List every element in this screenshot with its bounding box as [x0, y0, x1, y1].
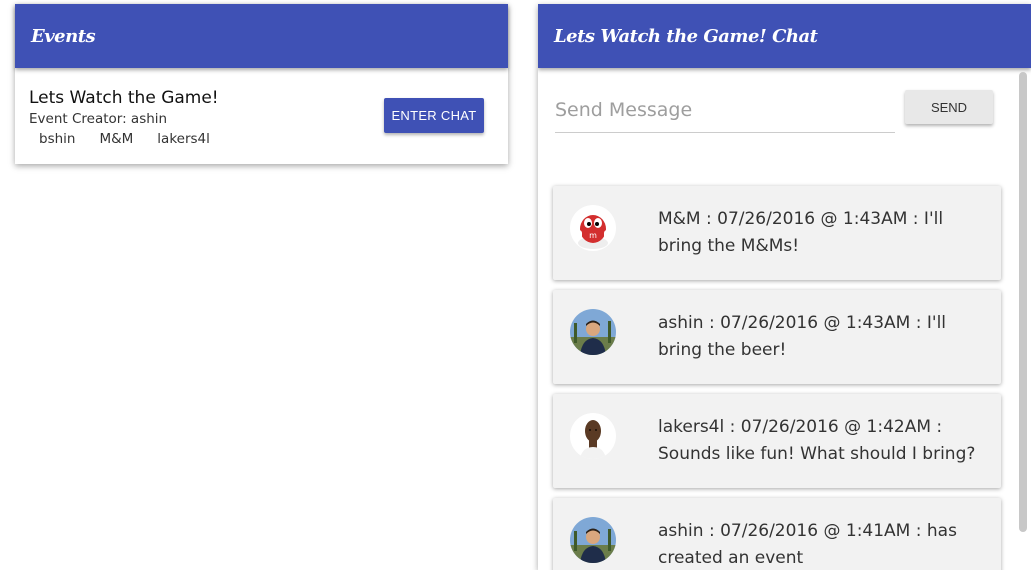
chat-body: SEND m M&M : 07/26/2016 @ 1:43AM : I'll …: [538, 68, 1031, 570]
event-title: Lets Watch the Game!: [29, 88, 219, 108]
chat-message-text: ashin : 07/26/2016 @ 1:43AM : I'll bring…: [658, 313, 947, 360]
event-card: Lets Watch the Game! Event Creator: ashi…: [15, 68, 508, 164]
event-member: bshin: [39, 131, 76, 147]
chat-scrollbar[interactable]: [1019, 72, 1027, 532]
chat-message-text: ashin : 07/26/2016 @ 1:41AM : has create…: [658, 521, 957, 568]
chat-message-text: M&M : 07/26/2016 @ 1:43AM : I'll bring t…: [658, 209, 944, 256]
event-member: M&M: [99, 131, 134, 147]
chat-title: Lets Watch the Game! Chat: [554, 25, 818, 47]
ashin-avatar: [570, 309, 616, 355]
event-member: lakers4l: [157, 131, 210, 147]
chat-app-bar: Lets Watch the Game! Chat: [538, 4, 1031, 68]
send-button[interactable]: SEND: [905, 90, 993, 124]
lakers4l-avatar: [570, 413, 616, 459]
chat-message: m M&M : 07/26/2016 @ 1:43AM : I'll bring…: [553, 186, 1001, 280]
mm-candy-avatar: m: [570, 205, 616, 251]
event-creator: Event Creator: ashin: [29, 111, 168, 127]
enter-chat-button[interactable]: ENTER CHAT: [384, 98, 484, 133]
events-title: Events: [31, 25, 96, 47]
chat-message: ashin : 07/26/2016 @ 1:41AM : has create…: [553, 498, 1001, 570]
event-members: bshin M&M lakers4l: [39, 131, 234, 147]
events-app-bar: Events: [15, 4, 508, 68]
chat-message-text: lakers4l : 07/26/2016 @ 1:42AM : Sounds …: [658, 417, 976, 464]
svg-text:m: m: [589, 231, 597, 240]
ashin-avatar: [570, 517, 616, 563]
events-panel: Events Lets Watch the Game! Event Creato…: [15, 4, 508, 164]
chat-message: ashin : 07/26/2016 @ 1:43AM : I'll bring…: [553, 290, 1001, 384]
chat-panel: Lets Watch the Game! Chat SEND m: [538, 4, 1031, 570]
send-message-input[interactable]: [555, 88, 895, 133]
chat-message: lakers4l : 07/26/2016 @ 1:42AM : Sounds …: [553, 394, 1001, 488]
